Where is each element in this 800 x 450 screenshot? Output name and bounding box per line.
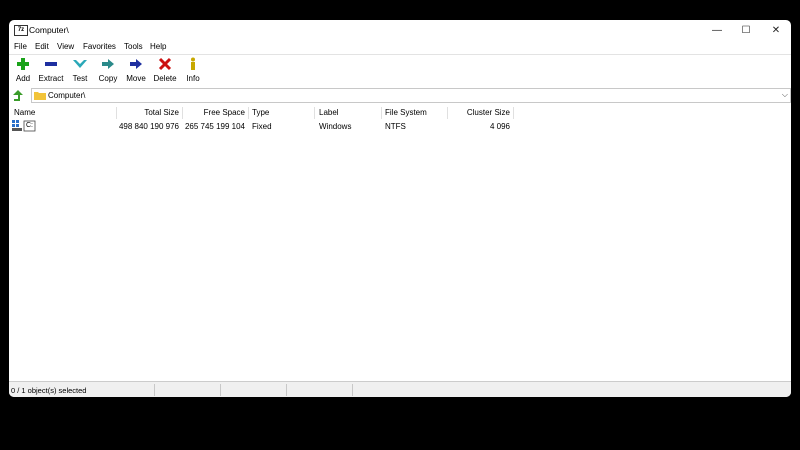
copy-button[interactable]: Copy — [94, 57, 122, 87]
close-button[interactable]: ✕ — [761, 20, 791, 40]
window-title: Computer\ — [29, 25, 69, 35]
copy-label: Copy — [98, 74, 118, 83]
address-bar: Computer\ ⌵ — [9, 88, 791, 104]
delete-button[interactable]: Delete — [151, 57, 179, 87]
test-button[interactable]: Test — [66, 57, 94, 87]
extract-button[interactable]: Extract — [37, 57, 65, 87]
info-button[interactable]: Info — [179, 57, 207, 87]
info-icon — [191, 57, 195, 70]
cluster-size-value: 4 096 — [489, 122, 510, 131]
add-button[interactable]: Add — [9, 57, 37, 87]
type-value: Fixed — [252, 122, 272, 131]
label-value: Windows — [319, 122, 352, 131]
menu-tools[interactable]: Tools — [124, 42, 143, 51]
column-cluster-size[interactable]: Cluster Size — [448, 108, 510, 119]
delete-label: Delete — [153, 74, 177, 83]
column-free-space[interactable]: Free Space — [183, 108, 245, 119]
free-space-value: 265 745 199 104 — [184, 122, 245, 131]
app-window: 7z Computer\ — ☐ ✕ File Edit View Favori… — [9, 20, 791, 397]
column-file-system[interactable]: File System — [385, 108, 427, 119]
test-label: Test — [72, 74, 88, 83]
up-folder-icon[interactable] — [11, 89, 25, 103]
chevron-down-icon[interactable]: ⌵ — [782, 90, 788, 100]
menu-edit[interactable]: Edit — [35, 42, 49, 51]
selection-status: 0 / 1 object(s) selected — [11, 386, 87, 395]
address-path: Computer\ — [48, 91, 86, 100]
address-input[interactable]: Computer\ ⌵ — [31, 88, 791, 103]
menu-favorites[interactable]: Favorites — [83, 42, 116, 51]
copy-icon — [102, 59, 114, 69]
minimize-button[interactable]: — — [702, 20, 732, 40]
menu-help[interactable]: Help — [150, 42, 166, 51]
7zip-app-icon: 7z — [14, 25, 28, 36]
column-type[interactable]: Type — [252, 108, 269, 119]
menu-bar: File Edit View Favorites Tools Help — [9, 40, 791, 53]
info-label: Info — [186, 74, 200, 83]
maximize-button[interactable]: ☐ — [731, 20, 761, 40]
column-name[interactable]: Name — [14, 108, 35, 119]
column-headers: Name Total Size Free Space Type Label Fi… — [9, 106, 791, 119]
folder-icon — [34, 92, 46, 100]
move-icon — [130, 59, 142, 69]
file-system-value: NTFS — [385, 122, 406, 131]
extract-icon — [45, 62, 57, 66]
add-label: Add — [15, 74, 31, 83]
menu-file[interactable]: File — [14, 42, 27, 51]
title-bar[interactable]: 7z Computer\ — ☐ ✕ — [9, 20, 791, 40]
drive-name: C: — [26, 122, 33, 129]
add-icon — [17, 58, 29, 70]
column-total-size[interactable]: Total Size — [117, 108, 179, 119]
move-label: Move — [126, 74, 146, 83]
test-icon — [73, 60, 87, 68]
menu-view[interactable]: View — [57, 42, 74, 51]
delete-icon — [158, 57, 172, 71]
extract-label: Extract — [38, 74, 64, 83]
move-button[interactable]: Move — [122, 57, 150, 87]
table-row[interactable]: C: 498 840 190 976 265 745 199 104 Fixed… — [9, 120, 791, 132]
status-bar: 0 / 1 object(s) selected — [9, 381, 791, 397]
column-label[interactable]: Label — [319, 108, 339, 119]
total-size-value: 498 840 190 976 — [118, 122, 179, 131]
